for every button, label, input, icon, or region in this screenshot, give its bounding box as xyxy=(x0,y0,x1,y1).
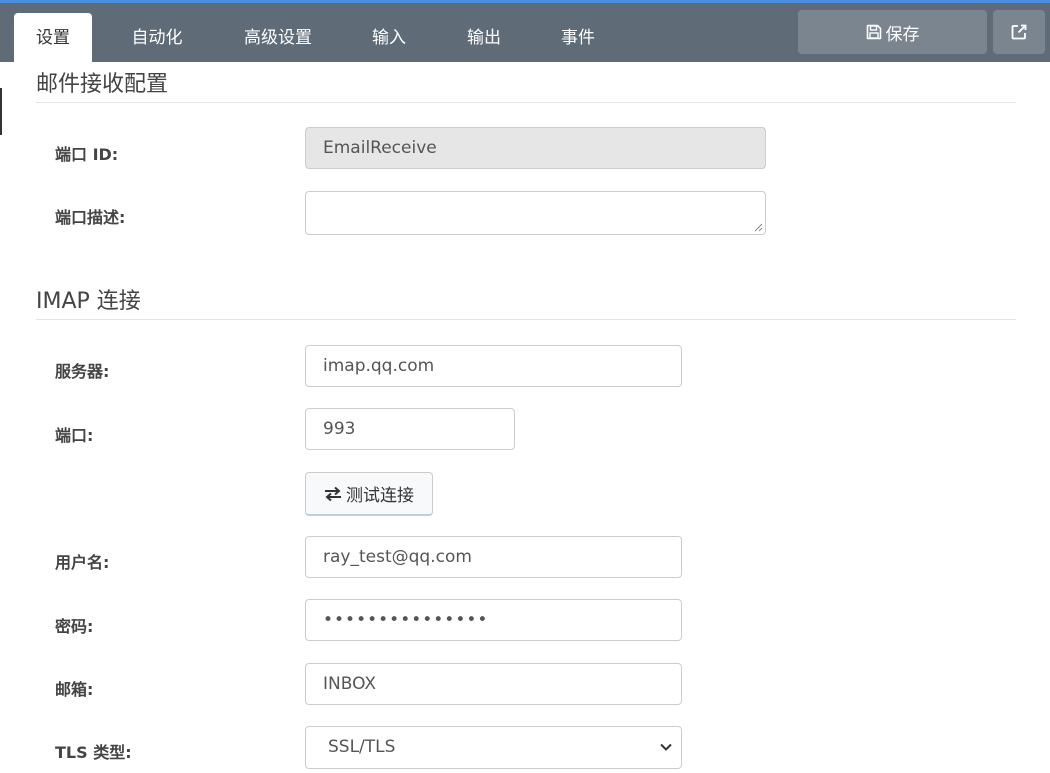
port-id-field[interactable]: EmailReceive xyxy=(305,127,766,169)
password-label: 密码: xyxy=(55,617,94,636)
port-description-field[interactable] xyxy=(305,191,766,235)
resize-grip-icon[interactable] xyxy=(754,223,763,232)
section-title-mail-receive: 邮件接收配置 xyxy=(36,72,169,97)
chevron-down-icon xyxy=(660,743,672,751)
tab-output[interactable]: 输出 xyxy=(456,13,512,62)
password-field[interactable]: ••••••••••••••• xyxy=(305,599,682,641)
top-accent-line xyxy=(0,0,1050,3)
tls-type-select[interactable]: SSL/TLS xyxy=(305,726,682,769)
tab-events[interactable]: 事件 xyxy=(550,13,606,62)
tls-type-label: TLS 类型: xyxy=(55,743,132,762)
server-label: 服务器: xyxy=(55,362,110,381)
section-divider xyxy=(36,319,1016,320)
section-title-imap: IMAP 连接 xyxy=(36,289,141,314)
left-edge-marker xyxy=(0,88,2,135)
section-divider xyxy=(36,102,1016,103)
username-field[interactable]: ray_test@qq.com xyxy=(305,536,682,578)
save-button[interactable]: 保存 xyxy=(798,10,987,54)
tab-automation[interactable]: 自动化 xyxy=(116,13,198,62)
tab-advanced-settings[interactable]: 高级设置 xyxy=(232,13,324,62)
save-button-label: 保存 xyxy=(885,24,920,45)
floppy-disk-icon xyxy=(866,24,881,40)
mailbox-field[interactable]: INBOX xyxy=(305,663,682,705)
open-external-button[interactable] xyxy=(993,10,1045,54)
tab-input[interactable]: 输入 xyxy=(361,13,417,62)
tls-type-value: SSL/TLS xyxy=(328,737,396,757)
test-connection-label: 测试连接 xyxy=(346,486,414,506)
tab-settings[interactable]: 设置 xyxy=(14,13,92,62)
exchange-arrows-icon xyxy=(325,486,341,501)
port-field[interactable]: 993 xyxy=(305,408,515,450)
mailbox-label: 邮箱: xyxy=(55,680,94,699)
external-link-icon xyxy=(1011,24,1027,40)
server-field[interactable]: imap.qq.com xyxy=(305,345,682,387)
test-connection-button[interactable]: 测试连接 xyxy=(305,472,433,516)
port-description-label: 端口描述: xyxy=(55,208,126,227)
port-label: 端口: xyxy=(55,426,94,445)
port-id-label: 端口 ID: xyxy=(55,145,119,164)
username-label: 用户名: xyxy=(55,553,110,572)
